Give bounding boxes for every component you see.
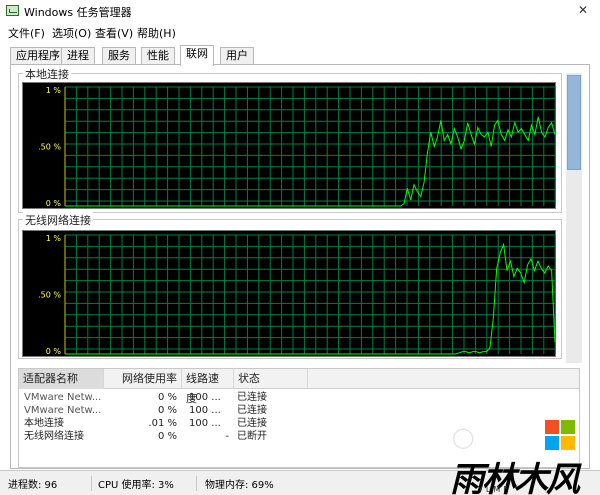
y-tick-label: 1 % <box>46 234 62 243</box>
y-tick-label: 1 % <box>46 86 62 95</box>
menu-options[interactable]: 选项(O) <box>52 25 91 41</box>
tab-networking[interactable]: 联网 <box>180 45 214 66</box>
faint-watermark-circle: ◯ <box>452 425 475 449</box>
menu-help[interactable]: 帮助(H) <box>137 25 176 41</box>
wireless-graph-svg: 1 % .50 % 0 % <box>38 234 556 356</box>
cell-link-speed: 100 ... <box>189 405 221 416</box>
cell-adapter-name: 本地连接 <box>24 418 64 429</box>
graph-label-local: 本地连接 <box>23 66 71 82</box>
cell-adapter-name: VMware Netw... <box>24 405 102 416</box>
tab-performance[interactable]: 性能 <box>141 47 175 65</box>
tab-services[interactable]: 服务 <box>102 47 136 65</box>
status-memory: 物理内存: 69% <box>205 480 274 491</box>
network-graph-wireless: 1 % .50 % 0 % <box>22 230 556 357</box>
scrollbar-thumb[interactable] <box>567 75 581 170</box>
column-adapter-name[interactable]: 适配器名称 <box>19 369 104 389</box>
graph-label-wireless: 无线网络连接 <box>23 212 93 228</box>
title-bar: Windows 任务管理器 ✕ <box>0 0 600 22</box>
status-processes: 进程数: 96 <box>2 476 92 491</box>
table-row[interactable]: 本地连接 .01 % 100 ... 已连接 <box>19 417 579 430</box>
tab-processes[interactable]: 进程 <box>61 47 95 65</box>
cell-network-usage: 0 % <box>157 431 177 442</box>
logo-blue-quad <box>545 436 559 450</box>
cell-adapter-name: 无线网络连接 <box>24 431 84 442</box>
cell-network-usage: 0 % <box>157 392 177 403</box>
table-row[interactable]: 无线网络连接 0 % - 已断开 <box>19 430 579 443</box>
status-cpu: CPU 使用率: 3% <box>92 476 197 491</box>
logo-red-quad <box>545 420 559 434</box>
task-manager-window: Windows 任务管理器 ✕ 文件(F) 选项(O) 查看(V) 帮助(H) … <box>0 0 600 495</box>
table-header: 适配器名称 网络使用率 线路速度 状态 <box>19 369 579 405</box>
cell-network-usage: .01 % <box>148 418 177 429</box>
cell-adapter-name: VMware Netw... <box>24 392 102 403</box>
cell-network-usage: 0 % <box>157 405 177 416</box>
watermark-sub: YLMF <box>478 485 511 494</box>
y-tick-label: .50 % <box>38 143 61 152</box>
cell-link-speed: 100 ... <box>189 418 221 429</box>
task-manager-icon <box>6 5 19 16</box>
cell-state: 已连接 <box>237 392 267 403</box>
network-graph-local: 1 % .50 % 0 % <box>22 82 556 209</box>
column-network-usage[interactable]: 网络使用率 <box>104 369 182 389</box>
cell-state: 已断开 <box>237 431 267 442</box>
y-tick-label: 0 % <box>46 199 62 208</box>
local-graph-svg: 1 % .50 % 0 % <box>38 86 556 208</box>
cell-link-speed: - <box>225 431 229 442</box>
usage-series-line <box>65 116 556 207</box>
table-row[interactable]: VMware Netw... 0 % 100 ... 已连接 <box>19 391 579 404</box>
cell-link-speed: 100 ... <box>189 392 221 403</box>
logo-green-quad <box>561 420 575 434</box>
logo-yellow-quad <box>561 436 575 450</box>
tab-users[interactable]: 用户 <box>220 47 254 65</box>
cell-state: 已连接 <box>237 405 267 416</box>
menu-view[interactable]: 查看(V) <box>95 25 133 41</box>
close-button[interactable]: ✕ <box>572 1 594 19</box>
tab-applications[interactable]: 应用程序 <box>10 47 66 65</box>
table-row[interactable]: VMware Netw... 0 % 100 ... 已连接 <box>19 404 579 417</box>
y-tick-label: .50 % <box>38 291 61 300</box>
menu-file[interactable]: 文件(F) <box>8 25 45 41</box>
watermark-brand: 雨林木风 <box>450 460 580 495</box>
tab-strip: 应用程序 进程 服务 性能 联网 用户 <box>10 45 590 66</box>
window-title: Windows 任务管理器 <box>24 6 132 19</box>
y-tick-label: 0 % <box>46 347 62 356</box>
menu-bar: 文件(F) 选项(O) 查看(V) 帮助(H) <box>0 22 600 42</box>
cell-state: 已连接 <box>237 418 267 429</box>
column-state[interactable]: 状态 <box>234 369 308 389</box>
column-link-speed[interactable]: 线路速度 <box>182 369 234 405</box>
windows-logo-icon <box>545 420 577 452</box>
